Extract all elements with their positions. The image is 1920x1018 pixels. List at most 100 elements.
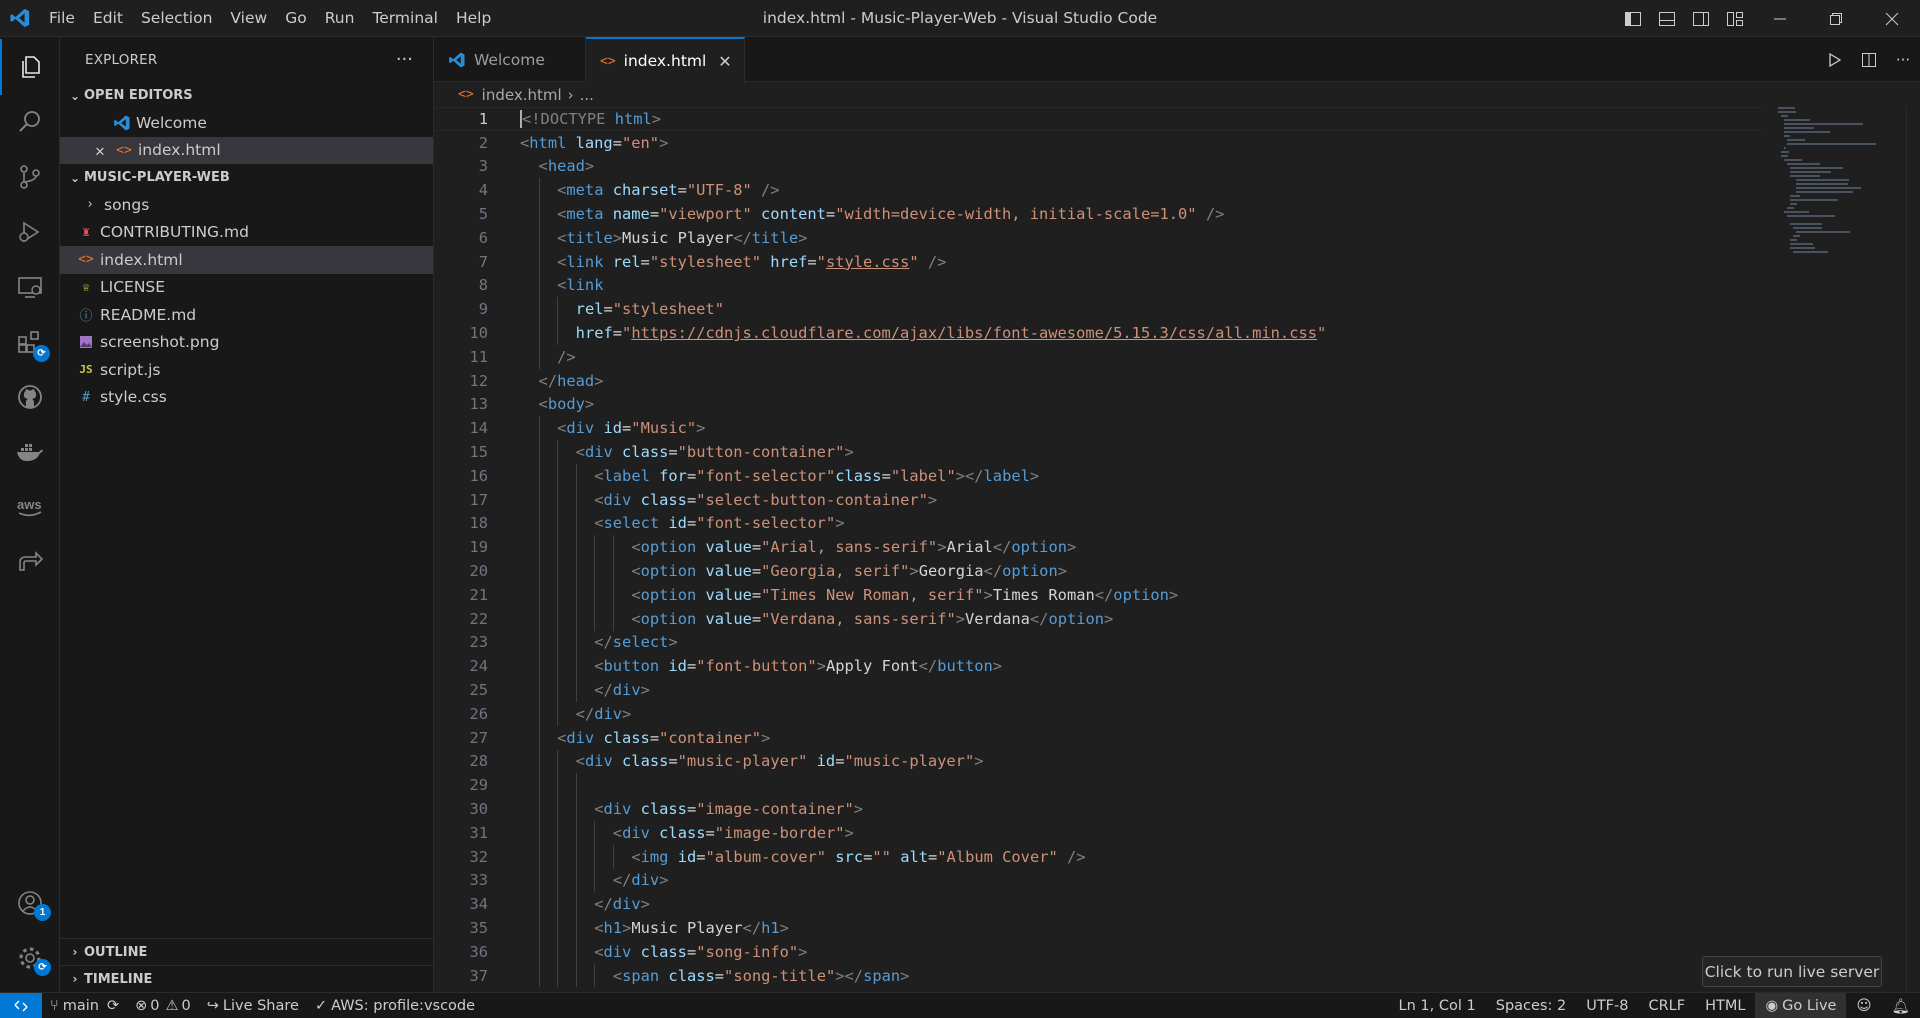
code-line[interactable]: 27 <div class="container"> — [434, 725, 1764, 750]
folder-section[interactable]: ⌄ MUSIC-PLAYER-WEB — [60, 164, 433, 191]
sync-icon[interactable]: ⟳ — [107, 998, 119, 1014]
run-icon[interactable] — [1818, 52, 1852, 68]
code-line[interactable]: 29 — [434, 773, 1764, 798]
code-line[interactable]: 1 <!DOCTYPE html> — [434, 107, 1764, 131]
code-line[interactable]: 11 /> — [434, 344, 1764, 369]
menu-run[interactable]: Run — [316, 0, 364, 37]
open-editor-item-welcome[interactable]: Welcome — [60, 109, 433, 137]
tree-item-contributing[interactable]: ♜ CONTRIBUTING.md — [60, 219, 433, 247]
code-line[interactable]: 26 </div> — [434, 701, 1764, 726]
close-icon[interactable]: ✕ — [90, 141, 110, 160]
explorer-icon[interactable] — [0, 39, 60, 95]
more-actions-icon[interactable]: ··· — [1886, 51, 1920, 69]
timeline-section[interactable]: › TIMELINE — [60, 965, 433, 992]
menu-file[interactable]: File — [40, 0, 84, 37]
code-line[interactable]: 10 href="https://cdnjs.cloudflare.com/aja… — [434, 321, 1764, 345]
code-line[interactable]: 24 <button id="font-button">Apply Font</b… — [434, 654, 1764, 679]
code-line[interactable]: 33 </div> — [434, 868, 1764, 893]
code-line[interactable]: 37 <span class="song-title"></span> — [434, 963, 1764, 988]
code-line[interactable]: 4 <meta charset="UTF-8" /> — [434, 178, 1764, 203]
live-share-status[interactable]: ↪ Live Share — [199, 993, 307, 1018]
branch-status[interactable]: ⑂ main ⟳ — [42, 993, 127, 1018]
code-line[interactable]: 8 <link — [434, 273, 1764, 298]
code-line[interactable]: 34 </div> — [434, 892, 1764, 917]
open-editor-item-index-html[interactable]: ✕ <> index.html — [60, 136, 433, 164]
tab-welcome[interactable]: Welcome — [434, 37, 586, 82]
notifications-bell-icon[interactable]: 🔔︎ — [1882, 993, 1920, 1018]
code-line[interactable]: 32 <img id="album-cover" src="" alt="Albu… — [434, 844, 1764, 869]
tree-item-style-css[interactable]: # style.css — [60, 384, 433, 412]
code-line[interactable]: 18 <select id="font-selector"> — [434, 511, 1764, 536]
code-line[interactable]: 25 </div> — [434, 678, 1764, 702]
cursor-position[interactable]: Ln 1, Col 1 — [1389, 993, 1486, 1018]
open-editors-section[interactable]: ⌄ OPEN EDITORS — [60, 82, 433, 109]
code-line[interactable]: 19 <option value="Arial, sans-serif">Aria… — [434, 535, 1764, 560]
code-line[interactable]: 35 <h1>Music Player</h1> — [434, 916, 1764, 940]
menu-help[interactable]: Help — [447, 0, 500, 37]
code-line[interactable]: 22 <option value="Verdana, sans-serif">Ve… — [434, 606, 1764, 631]
aws-status[interactable]: ✓ AWS: profile:vscode — [307, 993, 483, 1018]
code-line[interactable]: 36 <div class="song-info"> — [434, 939, 1764, 964]
tree-item-screenshot[interactable]: screenshot.png — [60, 329, 433, 357]
tree-item-index-html[interactable]: <> index.html — [60, 246, 433, 274]
indentation[interactable]: Spaces: 2 — [1486, 993, 1576, 1018]
language-mode[interactable]: HTML — [1695, 993, 1755, 1018]
code-line[interactable]: 20 <option value="Georgia, serif">Georgia… — [434, 559, 1764, 583]
code-line[interactable]: 3 <head> — [434, 155, 1764, 179]
code-editor[interactable]: 1 <!DOCTYPE html> 2 <html lang="en"> 3 <head>… — [434, 107, 1764, 992]
manage-gear-icon[interactable]: ⟳ — [0, 930, 60, 986]
menu-terminal[interactable]: Terminal — [363, 0, 447, 37]
go-live-button[interactable]: ◉ Go Live — [1755, 993, 1847, 1018]
code-line[interactable]: 7 <link rel="stylesheet" href="style.css"… — [434, 249, 1764, 274]
customize-layout-icon[interactable] — [1718, 0, 1752, 37]
tree-item-readme[interactable]: ⓘ README.md — [60, 301, 433, 329]
code-line[interactable]: 28 <div class="music-player" id="music-pl… — [434, 749, 1764, 774]
code-line[interactable]: 15 <div class="button-container"> — [434, 440, 1764, 464]
toggle-primary-sidebar-icon[interactable] — [1616, 0, 1650, 37]
breadcrumb-file[interactable]: index.html — [482, 86, 562, 104]
docker-icon[interactable] — [0, 424, 60, 480]
source-control-icon[interactable] — [0, 149, 60, 205]
more-actions-icon[interactable]: ··· — [396, 49, 413, 70]
menu-view[interactable]: View — [221, 0, 276, 37]
split-editor-icon[interactable] — [1852, 52, 1886, 68]
accounts-icon[interactable]: 1 — [0, 875, 60, 931]
tree-item-songs[interactable]: › songs — [60, 191, 433, 219]
close-tab-icon[interactable]: ✕ — [718, 52, 731, 71]
outline-section[interactable]: › OUTLINE — [60, 938, 433, 965]
feedback-icon[interactable]: ☺ — [1846, 993, 1881, 1018]
code-line[interactable]: 17 <div class="select-button-container"> — [434, 487, 1764, 512]
tab-index-html[interactable]: <> index.html ✕ — [586, 37, 745, 83]
minimap[interactable] — [1778, 107, 1898, 307]
breadcrumb-symbols[interactable]: ... — [580, 86, 594, 104]
minimize-icon[interactable] — [1752, 0, 1808, 37]
problems-status[interactable]: ⊗ 0 ⚠ 0 — [127, 993, 199, 1018]
code-line[interactable]: 13 <body> — [434, 393, 1764, 417]
code-line[interactable]: 21 <option value="Times New Roman, serif"… — [434, 582, 1764, 607]
code-line[interactable]: 2 <html lang="en"> — [434, 131, 1764, 155]
toggle-secondary-sidebar-icon[interactable] — [1684, 0, 1718, 37]
github-icon[interactable] — [0, 369, 60, 425]
remote-indicator-icon[interactable] — [0, 992, 42, 1018]
code-line[interactable]: 30 <div class="image-container"> — [434, 797, 1764, 821]
code-line[interactable]: 9 rel="stylesheet" — [434, 297, 1764, 322]
tree-item-license[interactable]: ♕ LICENSE — [60, 274, 433, 302]
extensions-icon[interactable]: ⟳ — [0, 314, 60, 370]
code-line[interactable]: 23 </select> — [434, 630, 1764, 655]
close-window-icon[interactable] — [1864, 0, 1920, 37]
code-line[interactable]: 16 <label for="font-selector"class="label… — [434, 463, 1764, 488]
run-debug-icon[interactable] — [0, 204, 60, 260]
code-line[interactable]: 14 <div id="Music"> — [434, 416, 1764, 441]
code-line[interactable]: 31 <div class="image-border"> — [434, 820, 1764, 845]
menu-selection[interactable]: Selection — [132, 0, 221, 37]
menu-edit[interactable]: Edit — [84, 0, 132, 37]
menu-go[interactable]: Go — [276, 0, 316, 37]
vertical-scrollbar[interactable] — [1906, 107, 1920, 992]
code-line[interactable]: 6 <title>Music Player</title> — [434, 225, 1764, 250]
remote-explorer-icon[interactable] — [0, 259, 60, 315]
toggle-panel-icon[interactable] — [1650, 0, 1684, 37]
restore-icon[interactable] — [1808, 0, 1864, 37]
aws-icon[interactable]: aws — [0, 479, 60, 535]
encoding[interactable]: UTF-8 — [1576, 993, 1638, 1018]
end-of-line[interactable]: CRLF — [1638, 993, 1695, 1018]
